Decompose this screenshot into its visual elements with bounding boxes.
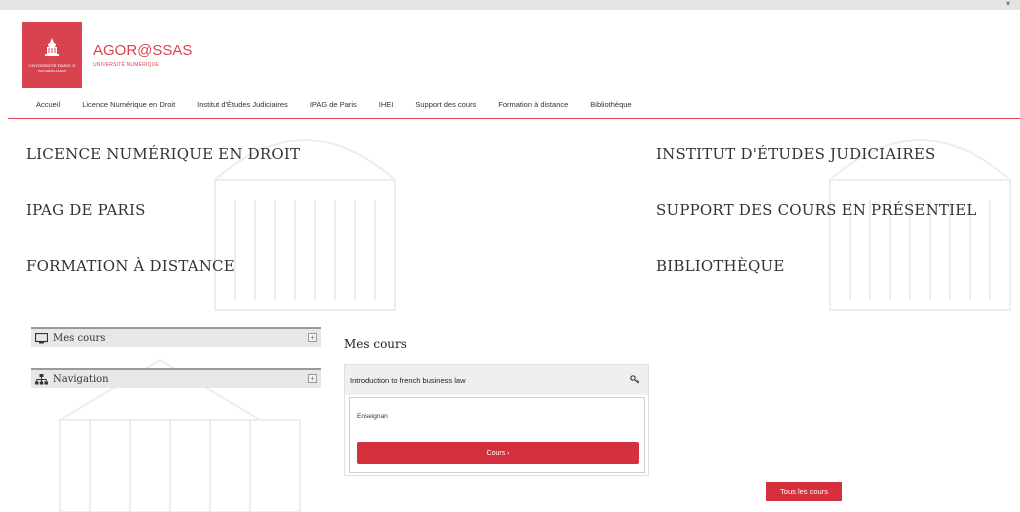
pantheon-icon (45, 38, 59, 56)
course-title[interactable]: Introduction to french business law (350, 376, 465, 385)
category-institut-etudes-judiciaires[interactable]: INSTITUT D'ÉTUDES JUDICIAIRES (656, 145, 936, 163)
logo-text: UNIVERSITÉ PARIS II (28, 63, 76, 68)
nav-item-support-des-cours[interactable]: Support des cours (415, 100, 476, 109)
brand-name[interactable]: AGOR@SSAS (93, 42, 192, 59)
logo-subtext: PANTHÉON-ASSAS (38, 69, 66, 73)
course-card-body: Enseignan Cours › (349, 397, 645, 473)
sitemap-icon (35, 373, 48, 384)
category-support-cours-presentiel[interactable]: SUPPORT DES COURS EN PRÉSENTIEL (656, 201, 977, 219)
category-ipag[interactable]: IPAG DE PARIS (26, 201, 146, 219)
monitor-icon (35, 332, 48, 343)
university-logo[interactable]: UNIVERSITÉ PARIS II PANTHÉON-ASSAS (22, 22, 82, 88)
course-card-header: Introduction to french business law (345, 365, 648, 395)
nav-item-institut-etudes-judiciaires[interactable]: Institut d'Études Judiciaires (197, 100, 288, 109)
nav-item-bibliotheque[interactable]: Bibliothèque (590, 100, 631, 109)
main-title: Mes cours (344, 337, 407, 351)
category-formation-distance[interactable]: FORMATION À DISTANCE (26, 257, 235, 275)
category-bibliotheque[interactable]: BIBLIOTHÈQUE (656, 257, 784, 275)
expand-icon[interactable]: + (308, 374, 317, 383)
category-licence-numerique[interactable]: LICENCE NUMÉRIQUE EN DROIT (26, 145, 300, 163)
expand-icon[interactable]: + (308, 333, 317, 342)
nav-item-accueil[interactable]: Accueil (36, 100, 60, 109)
brand-subtitle: UNIVERSITÉ NUMÉRIQUE (93, 62, 159, 68)
all-courses-button[interactable]: Tous les cours (766, 482, 842, 501)
block-navigation-header[interactable]: Navigation + (31, 368, 321, 388)
block-navigation-title: Navigation (53, 373, 109, 385)
block-mes-cours-header[interactable]: Mes cours + (31, 327, 321, 347)
main-navigation: Accueil Licence Numérique en Droit Insti… (36, 100, 654, 109)
course-open-button[interactable]: Cours › (357, 442, 639, 464)
key-icon (630, 375, 640, 384)
top-strip: ▾ (0, 0, 1020, 10)
block-mes-cours-title: Mes cours (53, 332, 106, 344)
nav-item-formation-distance[interactable]: Formation à distance (498, 100, 568, 109)
nav-item-licence-numerique[interactable]: Licence Numérique en Droit (82, 100, 175, 109)
nav-item-ipag[interactable]: IPAG de Paris (310, 100, 357, 109)
course-card: Introduction to french business law Ense… (344, 364, 649, 476)
nav-item-ihei[interactable]: IHEI (379, 100, 394, 109)
caret-down-icon[interactable]: ▾ (1006, 0, 1010, 8)
nav-divider (8, 118, 1020, 119)
course-teacher: Enseignan (357, 413, 388, 420)
